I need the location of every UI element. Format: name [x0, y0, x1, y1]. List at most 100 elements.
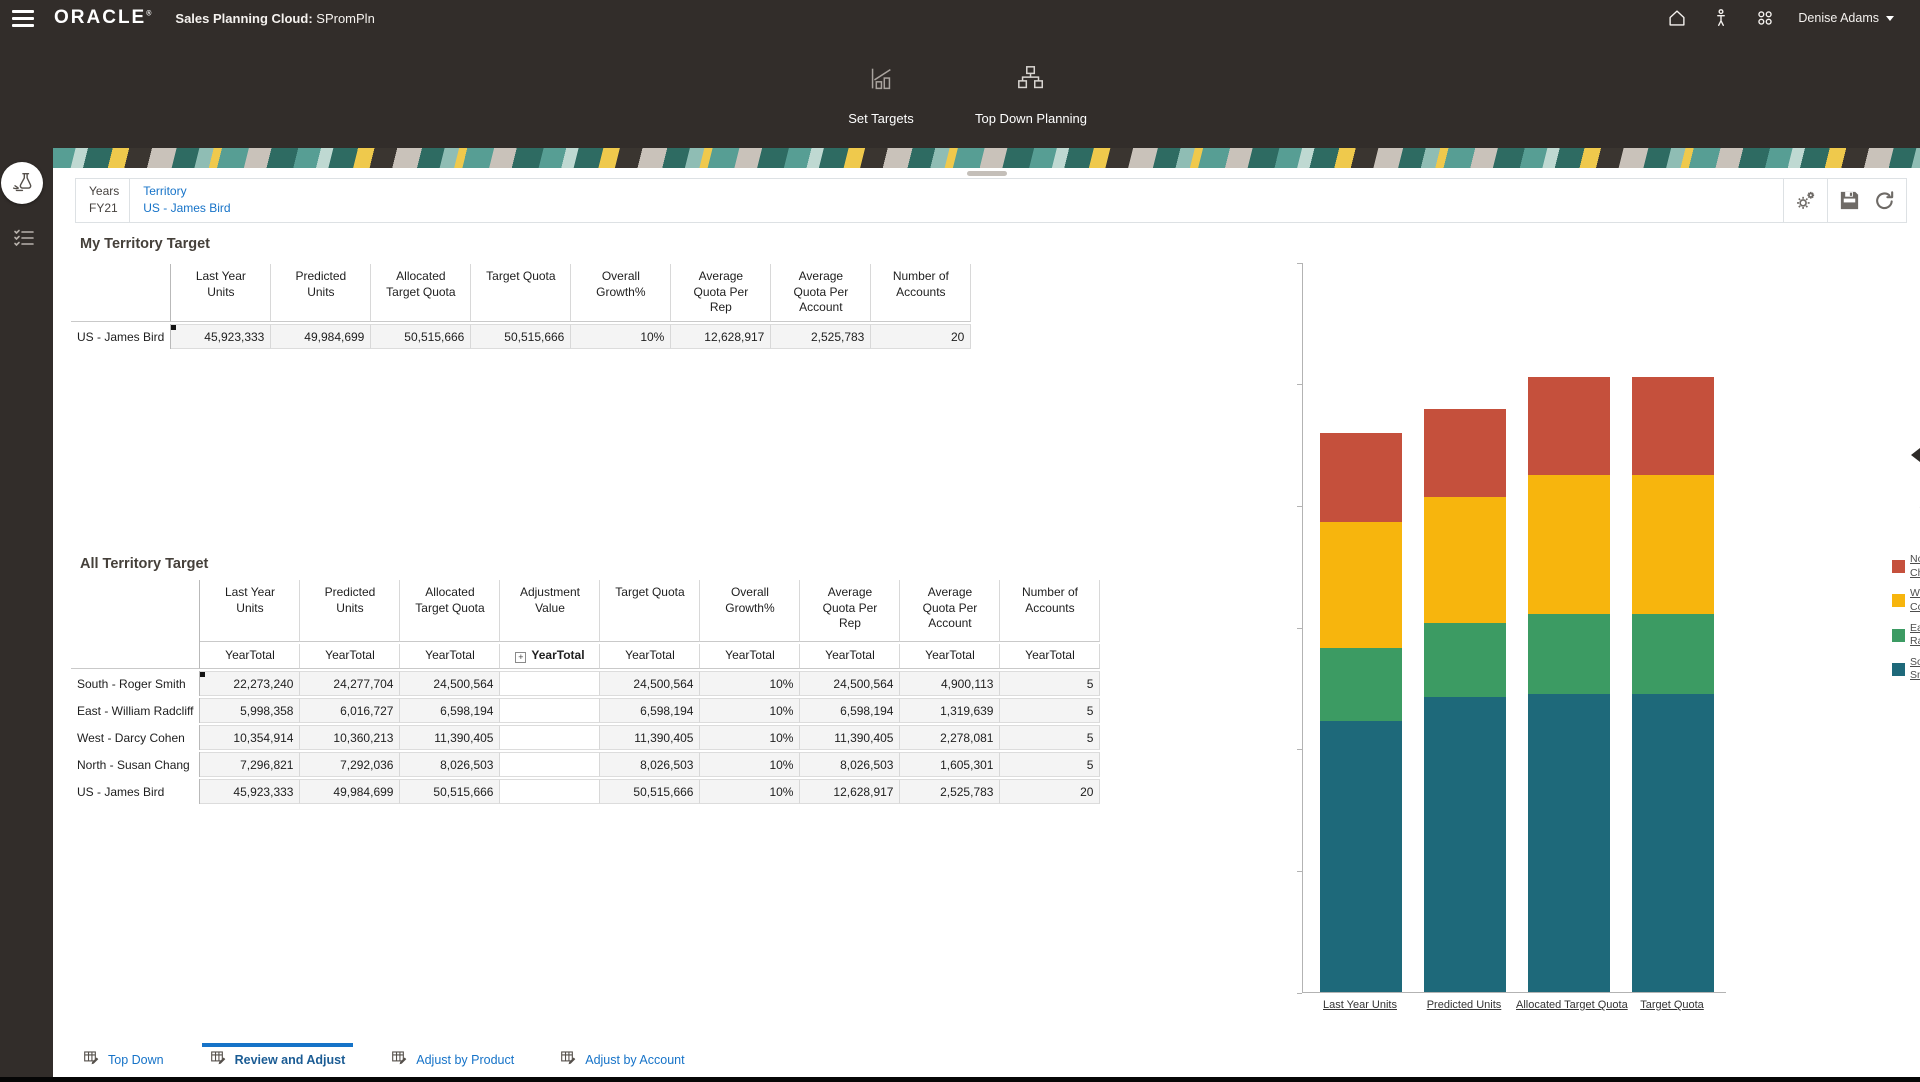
tab-adjust-by-account[interactable]: Adjust by Account	[552, 1043, 692, 1077]
row-header[interactable]: South - Roger Smith	[71, 671, 200, 696]
column-header[interactable]: Number of Accounts	[1000, 580, 1100, 642]
period-header[interactable]: YearTotal	[600, 644, 700, 669]
bar-segment-south[interactable]	[1632, 694, 1714, 992]
pov-member[interactable]: US - James Bird	[143, 201, 230, 215]
column-header[interactable]: Overall Growth%	[571, 264, 671, 322]
task-list-icon[interactable]	[12, 226, 36, 250]
data-cell[interactable]	[500, 698, 600, 723]
period-header[interactable]: YearTotal	[300, 644, 400, 669]
bar-segment-west[interactable]	[1632, 475, 1714, 614]
bar-segment-south[interactable]	[1424, 697, 1506, 992]
hamburger-menu-icon[interactable]	[0, 0, 46, 36]
home-icon[interactable]	[1666, 7, 1688, 29]
sandbox-button[interactable]	[1, 162, 43, 204]
period-header[interactable]: YearTotal	[400, 644, 500, 669]
panel-drag-handle[interactable]	[967, 171, 1007, 176]
expand-icon[interactable]: +	[515, 652, 526, 663]
bar-segment-north[interactable]	[1528, 377, 1610, 475]
column-header[interactable]: Last Year Units	[171, 264, 271, 322]
column-header[interactable]: Predicted Units	[271, 264, 371, 322]
bar-segment-east[interactable]	[1424, 623, 1506, 696]
row-header[interactable]: US - James Bird	[71, 779, 200, 804]
period-header[interactable]: YearTotal	[900, 644, 1000, 669]
tab-top-down[interactable]: Top Down	[75, 1043, 172, 1077]
period-header[interactable]: YearTotal	[1000, 644, 1100, 669]
data-cell[interactable]	[500, 725, 600, 750]
bar-segment-east[interactable]	[1320, 648, 1402, 721]
top-bar: ORACLE® Sales Planning Cloud: SPromPln D…	[0, 0, 1920, 36]
legend-label: West - Darcy Cohen	[1910, 587, 1920, 614]
period-header[interactable]: YearTotal	[700, 644, 800, 669]
bar-target-quota	[1621, 377, 1725, 992]
period-header[interactable]: YearTotal	[200, 644, 300, 669]
column-header[interactable]: Target Quota	[471, 264, 571, 322]
nav-item-set-targets[interactable]: Set Targets	[833, 64, 929, 126]
pov-member[interactable]: FY21	[89, 201, 119, 215]
form-grid-icon	[210, 1049, 227, 1071]
bar-segment-west[interactable]	[1528, 475, 1610, 614]
x-axis-category-label[interactable]: Allocated Target Quota	[1516, 999, 1620, 1011]
x-axis-category-label[interactable]: Last Year Units	[1308, 999, 1412, 1011]
column-header[interactable]: Allocated Target Quota	[400, 580, 500, 642]
bar-segment-south[interactable]	[1320, 721, 1402, 992]
assistance-person-icon[interactable]	[1710, 7, 1732, 29]
legend-item[interactable]: East - William Radcliff	[1892, 622, 1920, 649]
cell-flag	[171, 325, 176, 330]
data-cell[interactable]	[500, 779, 600, 804]
column-header[interactable]: Allocated Target Quota	[371, 264, 471, 322]
bar-segment-west[interactable]	[1320, 522, 1402, 648]
data-cell[interactable]	[500, 671, 600, 696]
row-header[interactable]: West - Darcy Cohen	[71, 725, 200, 750]
user-name: Denise Adams	[1798, 11, 1879, 25]
legend-item[interactable]: North - Susan Chang	[1892, 553, 1920, 580]
x-axis-category-label[interactable]: Target Quota	[1620, 999, 1724, 1011]
column-header[interactable]: Average Quota Per Rep	[800, 580, 900, 642]
column-header[interactable]: Overall Growth%	[700, 580, 800, 642]
legend-item[interactable]: South - Roger Smith	[1892, 656, 1920, 683]
period-header[interactable]: +YearTotal	[500, 644, 600, 669]
data-cell: 45,923,333	[171, 324, 271, 349]
row-header[interactable]: North - Susan Chang	[71, 752, 200, 777]
bar-segment-north[interactable]	[1632, 377, 1714, 475]
bar-segment-north[interactable]	[1320, 433, 1402, 522]
bar-segment-north[interactable]	[1424, 409, 1506, 498]
tab-review-and-adjust[interactable]: Review and Adjust	[202, 1043, 354, 1077]
x-axis-category-label[interactable]: Predicted Units	[1412, 999, 1516, 1011]
column-header[interactable]: Average Quota Per Account	[771, 264, 871, 322]
column-header[interactable]: Average Quota Per Account	[900, 580, 1000, 642]
column-header[interactable]: Number of Accounts	[871, 264, 971, 322]
refresh-icon[interactable]	[1873, 189, 1896, 212]
scroll-edge-arrow[interactable]	[1911, 448, 1920, 462]
column-header[interactable]: Target Quota	[600, 580, 700, 642]
bar-segment-south[interactable]	[1528, 694, 1610, 992]
legend-item[interactable]: West - Darcy Cohen	[1892, 587, 1920, 614]
data-cell: 50,515,666	[471, 324, 571, 349]
pov-dimension-name[interactable]: Territory	[143, 184, 230, 198]
row-header[interactable]: East - William Radcliff	[71, 698, 200, 723]
bar-segment-east[interactable]	[1528, 614, 1610, 694]
legend-swatch	[1892, 629, 1905, 642]
data-cell: 45,923,333	[200, 779, 300, 804]
pov-dimension-name[interactable]: Years	[89, 184, 119, 198]
bar-segment-east[interactable]	[1632, 614, 1714, 694]
data-cell: 24,500,564	[800, 671, 900, 696]
column-header[interactable]: Last Year Units	[200, 580, 300, 642]
tab-adjust-by-product[interactable]: Adjust by Product	[383, 1043, 522, 1077]
app-switcher-icon[interactable]	[1754, 7, 1776, 29]
save-icon[interactable]	[1838, 189, 1861, 212]
top-bar-actions: Denise Adams	[1666, 7, 1920, 29]
bar-segment-west[interactable]	[1424, 497, 1506, 623]
data-cell: 5	[1000, 752, 1100, 777]
row-header[interactable]: US - James Bird	[71, 324, 171, 349]
column-header[interactable]: Predicted Units	[300, 580, 400, 642]
settings-gears-icon[interactable]	[1794, 189, 1817, 212]
column-header[interactable]: Adjustment Value	[500, 580, 600, 642]
column-header[interactable]: Average Quota Per Rep	[671, 264, 771, 322]
data-cell: 5	[1000, 698, 1100, 723]
data-cell[interactable]	[500, 752, 600, 777]
data-cell: 7,296,821	[200, 752, 300, 777]
nav-item-top-down-planning[interactable]: Top Down Planning	[975, 64, 1087, 126]
period-header[interactable]: YearTotal	[800, 644, 900, 669]
data-cell: 6,598,194	[400, 698, 500, 723]
user-menu[interactable]: Denise Adams	[1798, 11, 1894, 25]
